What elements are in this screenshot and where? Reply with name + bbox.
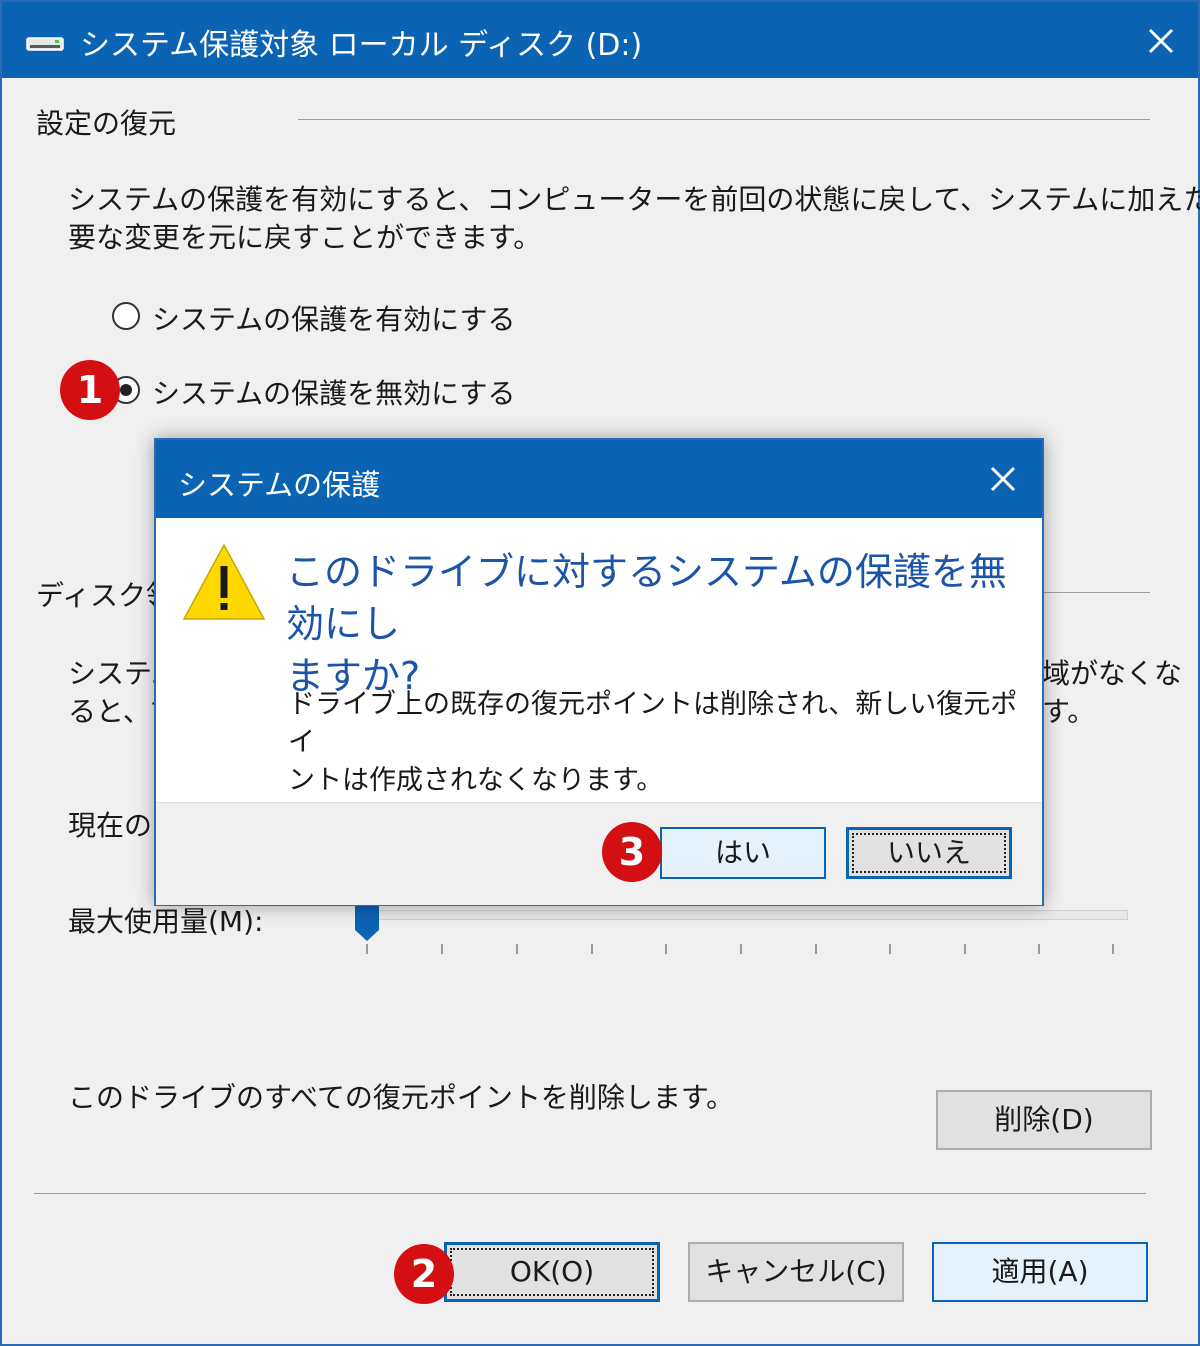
dialog-close-icon[interactable]	[980, 456, 1026, 502]
heading-separator	[298, 119, 1150, 120]
radio-enable-protection[interactable]	[112, 302, 140, 330]
window-title: システム保護対象 ローカル ディスク (D:)	[80, 28, 643, 63]
delete-button[interactable]: 削除(D)	[936, 1090, 1152, 1150]
max-usage-slider-thumb[interactable]	[354, 902, 380, 942]
slider-tick	[740, 944, 742, 954]
slider-tick	[1112, 944, 1114, 954]
radio-enable-label[interactable]: システムの保護を有効にする	[152, 298, 515, 338]
drive-icon	[26, 37, 64, 51]
current-usage-label: 現在の	[68, 809, 153, 842]
window-titlebar[interactable]: システム保護対象 ローカル ディスク (D:)	[2, 2, 1198, 78]
max-usage-slider-track[interactable]	[364, 910, 1128, 920]
warning-icon	[182, 543, 266, 620]
slider-tick	[815, 944, 817, 954]
slider-tick	[591, 944, 593, 954]
slider-tick	[441, 944, 443, 954]
dialog-titlebar[interactable]: システムの保護	[156, 440, 1042, 518]
restore-description-line1: システムの保護を有効にすると、コンピューターを前回の状態に戻して、システムに加え…	[68, 183, 1200, 216]
slider-tick	[889, 944, 891, 954]
dialog-title: システムの保護	[178, 468, 381, 502]
dialog-main-instruction: このドライブに対するシステムの保護を無効にし ますか?	[286, 550, 1007, 698]
disk-text-right-2: す。	[1042, 695, 1096, 728]
dialog-footer: はい いいえ	[156, 802, 1042, 905]
slider-tick	[1038, 944, 1040, 954]
step-badge-1: 1	[60, 360, 120, 420]
apply-button[interactable]: 適用(A)	[932, 1242, 1148, 1302]
cancel-button[interactable]: キャンセル(C)	[688, 1242, 904, 1302]
system-protection-window: システム保護対象 ローカル ディスク (D:) 設定の復元 システムの保護を有効…	[0, 0, 1200, 1346]
confirm-dialog: システムの保護 このドライブに対するシステムの保護を無効にし ますか? ドライブ…	[154, 438, 1044, 906]
restore-settings-heading: 設定の復元	[36, 107, 177, 140]
step-badge-2: 2	[394, 1244, 454, 1304]
no-button[interactable]: いいえ	[846, 827, 1012, 879]
dialog-content: ドライブ上の既存の復元ポイントは削除され、新しい復元ポイ ントは作成されなくなり…	[288, 689, 1018, 796]
yes-button[interactable]: はい	[660, 827, 826, 879]
radio-disable-label[interactable]: システムの保護を無効にする	[152, 372, 515, 412]
slider-tick	[516, 944, 518, 954]
delete-description: このドライブのすべての復元ポイントを削除します。	[68, 1081, 735, 1114]
slider-tick	[366, 944, 368, 954]
close-icon[interactable]	[1138, 18, 1184, 64]
disk-heading-separator	[1042, 592, 1150, 593]
max-usage-label: 最大使用量(M):	[68, 905, 264, 938]
footer-separator	[34, 1193, 1146, 1194]
slider-tick	[964, 944, 966, 954]
restore-description-line2: 要な変更を元に戻すことができます。	[68, 221, 542, 254]
slider-tick	[665, 944, 667, 954]
step-badge-3: 3	[602, 822, 662, 882]
disk-text-right-1: 域がなくな	[1042, 657, 1183, 690]
ok-button[interactable]: OK(O)	[444, 1242, 660, 1302]
